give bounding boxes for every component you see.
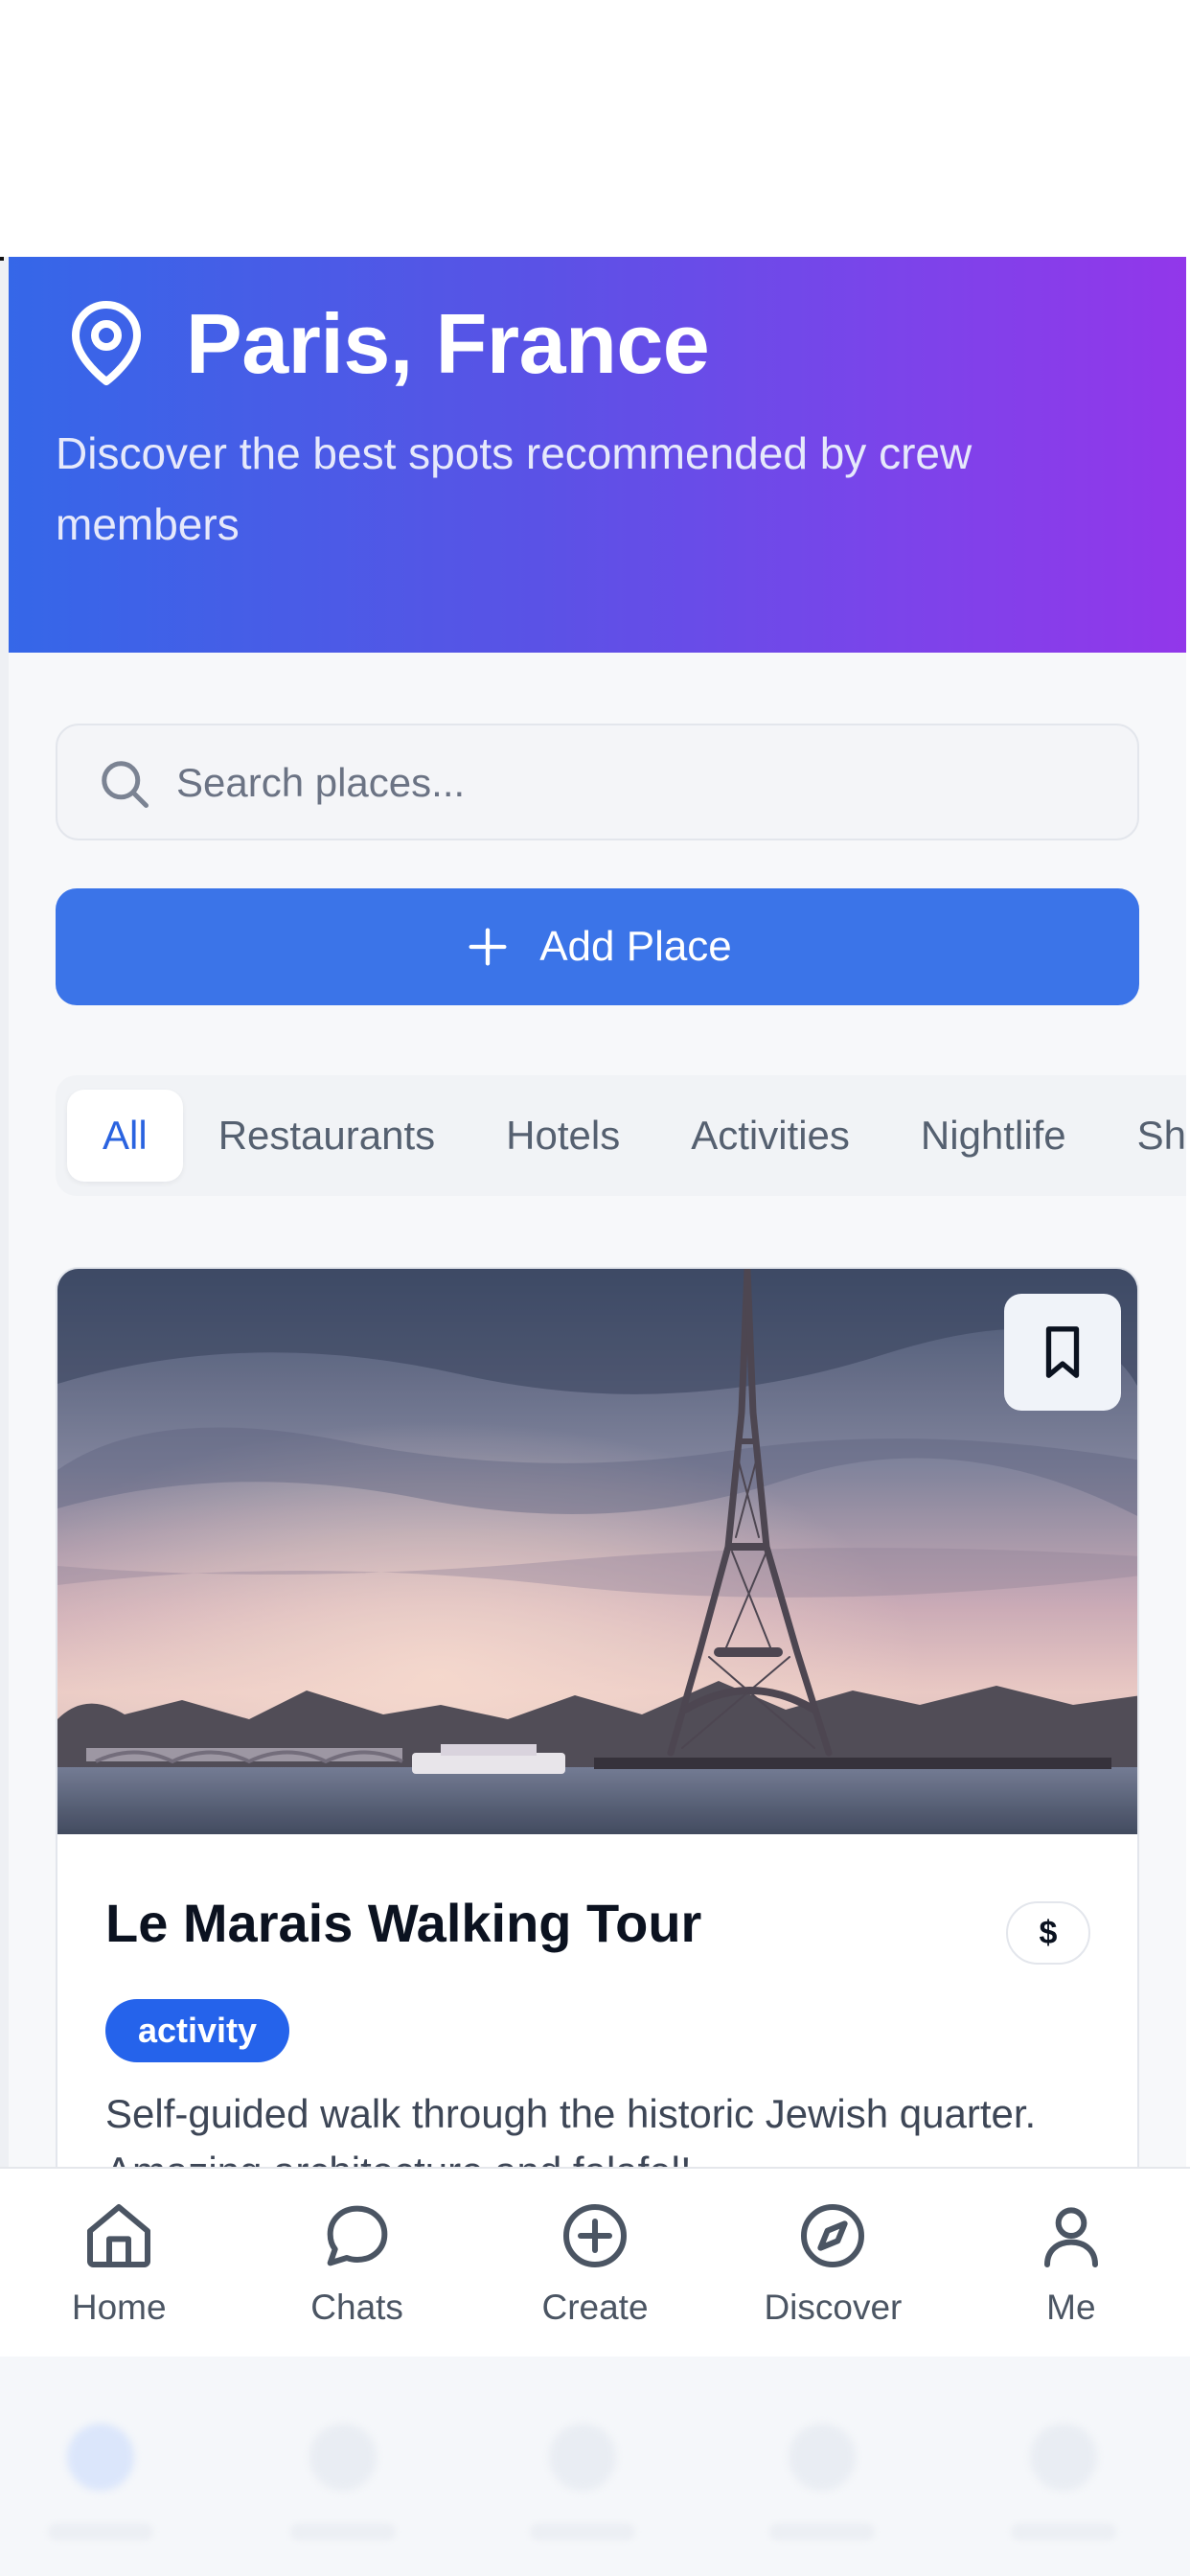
ghost-nav-item: [487, 2424, 678, 2541]
tab-restaurants[interactable]: Restaurants: [183, 1090, 470, 1182]
category-tag: activity: [105, 1999, 290, 2062]
add-place-label: Add Place: [539, 923, 732, 970]
tab-hotels[interactable]: Hotels: [470, 1090, 655, 1182]
city-guide-panel: Paris, France Discover the best spots re…: [9, 257, 1186, 2356]
nav-home-label: Home: [71, 2288, 167, 2327]
bookmark-icon: [1045, 1326, 1080, 1378]
ghost-nav-item: [968, 2424, 1159, 2541]
ghost-nav-item: [726, 2424, 918, 2541]
nav-create-label: Create: [541, 2288, 649, 2327]
nav-discover-label: Discover: [764, 2288, 903, 2327]
category-tabs: All Restaurants Hotels Activities Nightl…: [56, 1075, 1186, 1196]
home-icon: [87, 2204, 151, 2267]
ghost-label: [48, 2523, 153, 2541]
plus-icon: [469, 928, 507, 966]
tab-shopping[interactable]: Sh: [1102, 1090, 1186, 1182]
background-panel-edge: [0, 257, 9, 2365]
map-pin-icon: [72, 301, 141, 385]
background-navigation-ghost: [0, 2357, 1190, 2576]
ghost-icon: [67, 2424, 134, 2491]
place-title: Le Marais Walking Tour: [105, 1893, 702, 1953]
ghost-icon: [309, 2424, 377, 2491]
nav-me-label: Me: [1046, 2288, 1096, 2327]
search-input[interactable]: [176, 745, 1096, 821]
chat-bubble-icon: [327, 2205, 387, 2266]
ghost-label: [530, 2523, 635, 2541]
bottom-navigation: Home Chats Create Discover Me: [0, 2167, 1190, 2357]
eiffel-tower-photo: [57, 1269, 1137, 1834]
ghost-label: [290, 2523, 396, 2541]
search-icon: [102, 761, 149, 808]
page-title: Paris, France: [186, 296, 710, 391]
app-screen: Paris, France Discover the best spots re…: [0, 0, 1190, 2576]
nav-discover[interactable]: Discover: [714, 2169, 951, 2357]
city-header: Paris, France Discover the best spots re…: [9, 257, 1186, 653]
edge-mark: [0, 257, 4, 261]
nav-me[interactable]: Me: [952, 2169, 1190, 2357]
tab-all[interactable]: All: [67, 1090, 183, 1182]
user-icon: [1043, 2207, 1098, 2267]
price-badge: $: [1006, 1901, 1090, 1965]
ghost-nav-item: [247, 2424, 439, 2541]
ghost-icon: [789, 2424, 856, 2491]
ghost-icon: [1030, 2424, 1097, 2491]
ghost-label: [1011, 2523, 1116, 2541]
add-place-button[interactable]: Add Place: [56, 888, 1139, 1005]
tab-activities[interactable]: Activities: [655, 1090, 885, 1182]
plus-circle-icon: [563, 2204, 628, 2267]
ghost-nav-item: [5, 2424, 196, 2541]
page-subtitle: Discover the best spots recommended by c…: [56, 428, 973, 549]
nav-home[interactable]: Home: [0, 2169, 238, 2357]
ghost-label: [769, 2523, 875, 2541]
nav-chats[interactable]: Chats: [238, 2169, 475, 2357]
compass-icon: [801, 2204, 865, 2267]
bookmark-button[interactable]: [1004, 1294, 1121, 1411]
ghost-icon: [549, 2424, 616, 2491]
tab-nightlife[interactable]: Nightlife: [885, 1090, 1102, 1182]
nav-chats-label: Chats: [310, 2288, 403, 2327]
search-bar[interactable]: [56, 724, 1139, 840]
nav-create[interactable]: Create: [476, 2169, 714, 2357]
